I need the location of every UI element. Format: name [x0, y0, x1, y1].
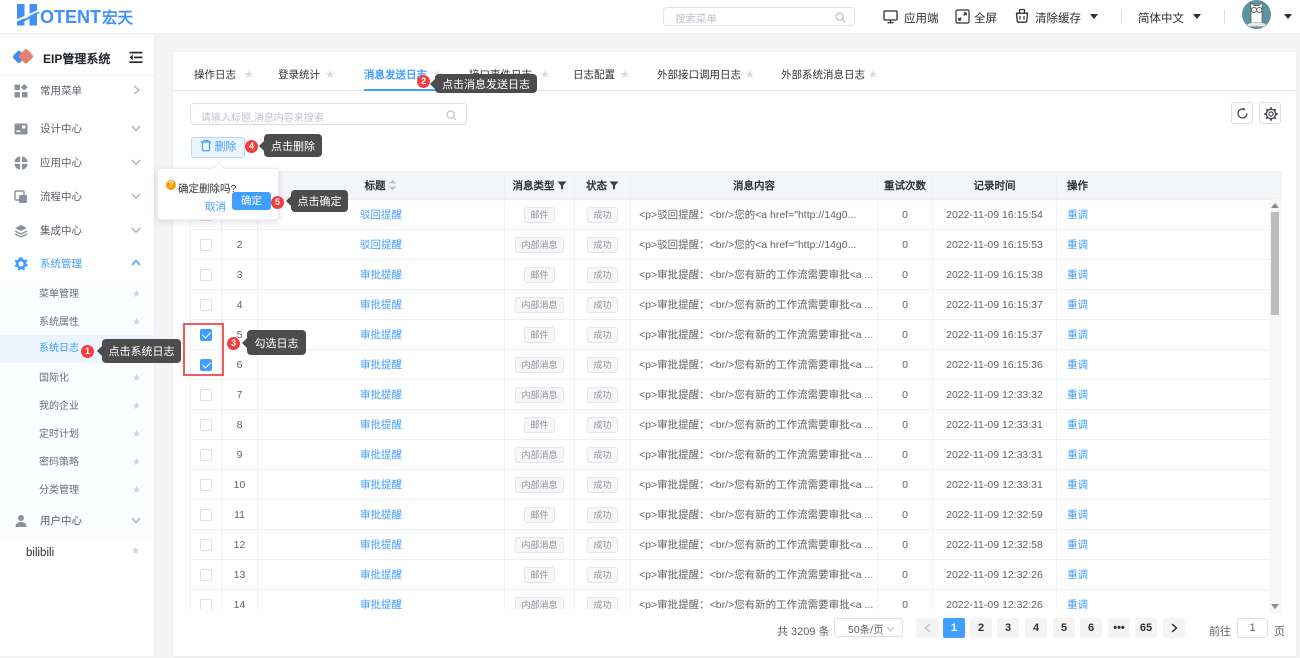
svg-text:宏天: 宏天	[102, 8, 134, 27]
svg-text:OTENT: OTENT	[40, 7, 101, 27]
